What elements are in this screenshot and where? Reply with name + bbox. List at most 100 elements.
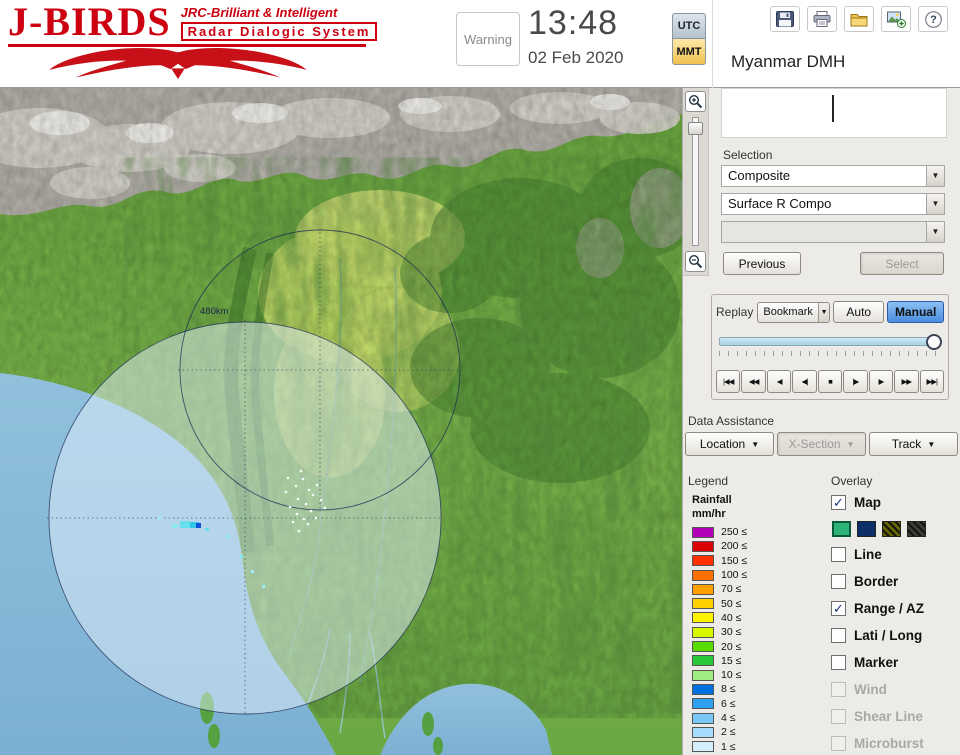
- product-dropdown[interactable]: Surface R Compo ▼: [721, 193, 945, 215]
- clock: 13:48 02 Feb 2020: [528, 4, 623, 68]
- color-swatch[interactable]: [907, 520, 926, 537]
- message-input[interactable]: [721, 88, 947, 138]
- skip-to-end-button[interactable]: ▶▶|: [919, 370, 944, 393]
- jbirds-app: J-BIRDS JRC-Brilliant & Intelligent Rada…: [0, 0, 960, 755]
- legend-item: 6 ≤: [692, 697, 747, 711]
- select-button[interactable]: Select: [860, 252, 944, 275]
- legend-item: 10 ≤: [692, 668, 747, 682]
- checkbox[interactable]: [831, 655, 846, 670]
- help-icon[interactable]: ?: [918, 6, 948, 32]
- export-image-icon[interactable]: [881, 6, 911, 32]
- mmt-button[interactable]: MMT: [672, 39, 706, 65]
- step-forward-button[interactable]: |▶: [843, 370, 868, 393]
- zoom-slider[interactable]: [688, 117, 703, 246]
- auto-button[interactable]: Auto: [833, 301, 885, 323]
- overlay-item-range-az[interactable]: ✓ Range / AZ: [831, 595, 959, 622]
- utc-button[interactable]: UTC: [672, 13, 706, 39]
- print-icon[interactable]: [807, 6, 837, 32]
- content: 480km Selection Composite ▼ Surface R Co…: [0, 88, 960, 755]
- overlay-label: Overlay: [831, 474, 873, 488]
- checkbox[interactable]: [831, 628, 846, 643]
- zoom-controls: [683, 88, 709, 276]
- overlay-item-wind: Wind: [831, 676, 959, 703]
- fast-forward-button[interactable]: ▶▶: [894, 370, 919, 393]
- overlay-item-line[interactable]: Line: [831, 541, 959, 568]
- zoom-in-icon[interactable]: [685, 91, 706, 112]
- fast-rewind-button[interactable]: ◀◀: [741, 370, 766, 393]
- toolbar: ?: [770, 6, 948, 32]
- zoom-out-icon[interactable]: [685, 251, 706, 272]
- x-section-button[interactable]: X-Section ▼: [777, 432, 866, 456]
- replay-label: Replay: [716, 305, 754, 319]
- chevron-down-icon: ▼: [817, 302, 830, 322]
- color-swatch[interactable]: [832, 520, 851, 537]
- button-label: Location: [699, 437, 746, 451]
- checkbox[interactable]: [831, 574, 846, 589]
- timeline-thumb[interactable]: [926, 334, 942, 350]
- legend-item: 250 ≤: [692, 525, 747, 539]
- radar-map[interactable]: 480km: [0, 88, 682, 755]
- play-forward-button[interactable]: ▶: [868, 370, 894, 393]
- legend-value: 50 ≤: [721, 597, 742, 610]
- chevron-down-icon: ▼: [846, 439, 855, 449]
- play-backward-button[interactable]: ◀: [766, 370, 792, 393]
- location-button[interactable]: Location ▼: [685, 432, 774, 456]
- legend-value: 150 ≤: [721, 554, 748, 567]
- folder-icon[interactable]: [844, 6, 874, 32]
- legend-item: 4 ≤: [692, 711, 747, 725]
- chevron-down-icon[interactable]: ▼: [926, 166, 944, 186]
- dropdown-value: Composite: [728, 168, 791, 183]
- legend-value: 2 ≤: [721, 726, 736, 739]
- legend-color-swatch: [692, 569, 714, 581]
- legend-item: 1 ≤: [692, 739, 747, 753]
- logo: J-BIRDS JRC-Brilliant & Intelligent Rada…: [8, 2, 408, 84]
- checkbox[interactable]: [831, 547, 846, 562]
- legend-item: 40 ≤: [692, 611, 747, 625]
- manual-button[interactable]: Manual: [887, 301, 944, 323]
- option-dropdown[interactable]: ▼: [721, 221, 945, 243]
- logo-subtitle: JRC-Brilliant & Intelligent Radar Dialog…: [180, 5, 378, 41]
- overlay-item-marker[interactable]: Marker: [831, 649, 959, 676]
- step-backward-button[interactable]: ◀|: [792, 370, 817, 393]
- legend-item: 70 ≤: [692, 582, 747, 596]
- header: J-BIRDS JRC-Brilliant & Intelligent Rada…: [0, 0, 960, 88]
- site-title: Myanmar DMH: [731, 52, 846, 71]
- legend-color-swatch: [692, 698, 714, 710]
- checkbox[interactable]: ✓: [831, 601, 846, 616]
- replay-timeline-slider[interactable]: [719, 334, 942, 350]
- chevron-down-icon[interactable]: ▼: [926, 194, 944, 214]
- color-swatch[interactable]: [882, 520, 901, 537]
- legend-item: 50 ≤: [692, 596, 747, 610]
- legend-value: 30 ≤: [721, 626, 742, 639]
- composite-dropdown[interactable]: Composite ▼: [721, 165, 945, 187]
- legend-item: 100 ≤: [692, 568, 747, 582]
- legend-value: 10 ≤: [721, 669, 742, 682]
- replay-group: Replay Bookmark ▼ Auto Manual |◀◀ ◀◀ ◀ ◀| ■ |…: [711, 294, 949, 400]
- legend-color-swatch: [692, 540, 714, 552]
- legend-value: 70 ≤: [721, 583, 742, 596]
- legend-value: 15 ≤: [721, 654, 742, 667]
- legend-item: 20 ≤: [692, 639, 747, 653]
- overlay-item-lati-long[interactable]: Lati / Long: [831, 622, 959, 649]
- skip-to-start-button[interactable]: |◀◀: [716, 370, 741, 393]
- overlay-item-label: Shear Line: [854, 709, 924, 724]
- save-icon[interactable]: [770, 6, 800, 32]
- bookmark-button[interactable]: Bookmark ▼: [757, 301, 831, 323]
- stop-button[interactable]: ■: [817, 370, 843, 393]
- overlay-item-map[interactable]: ✓ Map: [831, 489, 959, 516]
- zoom-slider-thumb[interactable]: [688, 122, 703, 135]
- checkbox[interactable]: ✓: [831, 495, 846, 510]
- overlay-item-border[interactable]: Border: [831, 568, 959, 595]
- color-swatch[interactable]: [857, 520, 876, 537]
- track-button[interactable]: Track ▼: [869, 432, 958, 456]
- chevron-down-icon[interactable]: ▼: [926, 222, 944, 242]
- overlay-item-label: Wind: [854, 682, 887, 697]
- overlay-item-microburst: Microburst: [831, 730, 959, 755]
- legend-color-swatch: [692, 641, 714, 653]
- map-color-swatches: [831, 516, 959, 541]
- previous-button[interactable]: Previous: [723, 252, 801, 275]
- svg-text:?: ?: [930, 14, 937, 26]
- legend-value: 6 ≤: [721, 697, 736, 710]
- warning-button[interactable]: Warning: [456, 12, 520, 66]
- data-assistance-buttons: Location ▼ X-Section ▼ Track ▼: [685, 432, 958, 456]
